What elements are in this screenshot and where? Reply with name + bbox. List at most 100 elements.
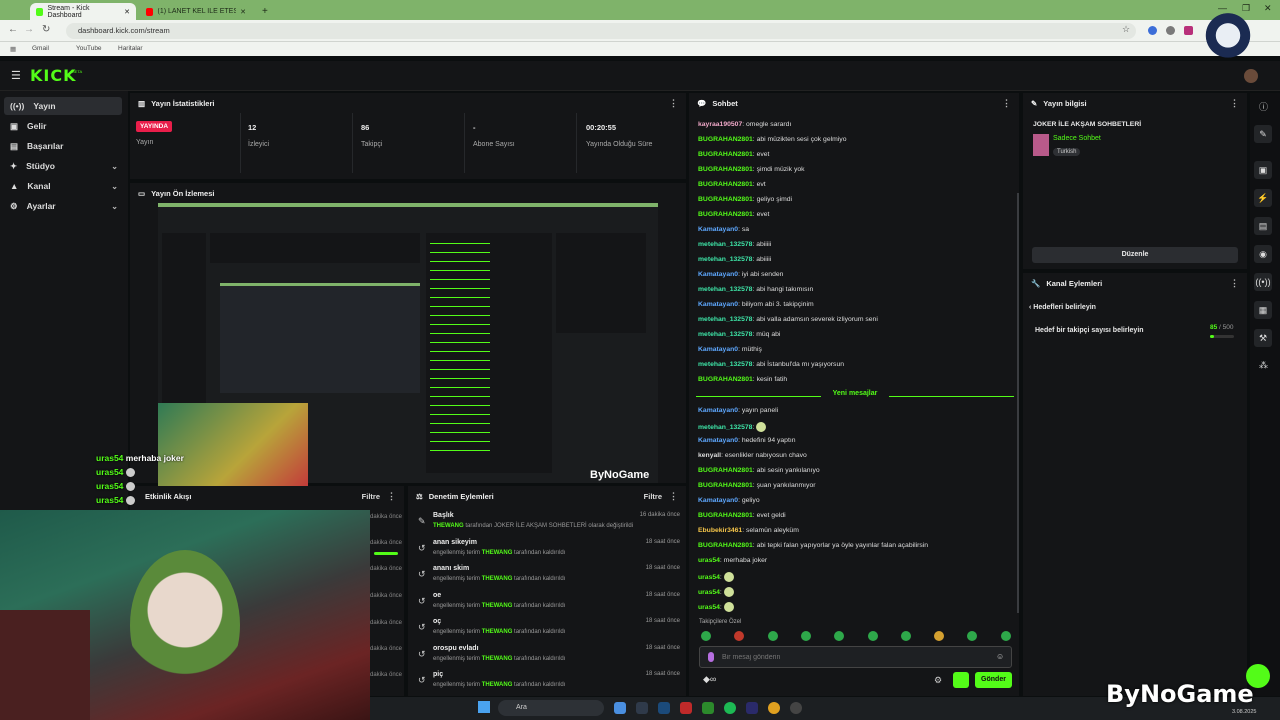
chat-username[interactable]: BUGRAHAN2801 (698, 467, 753, 474)
emote-icon[interactable] (867, 631, 878, 641)
browser-tab-youtube[interactable]: (1) LANET KEL İLE ETESTZ... ✕ (140, 3, 252, 20)
chat-username[interactable]: Ebubekir3461 (698, 527, 742, 534)
more-options-icon[interactable]: ⋮ (387, 491, 396, 502)
browser-tab-kick[interactable]: Stream - Kick Dashboard ✕ (30, 3, 136, 20)
bookmark-gmail[interactable]: Gmail (32, 45, 49, 52)
chat-username[interactable]: uras54 (698, 574, 720, 581)
chat-username[interactable]: BUGRAHAN2801 (698, 512, 753, 519)
chat-message[interactable]: BUGRAHAN2801: kesin fatih (698, 376, 787, 383)
stream-preview-video[interactable]: ByNoGame (158, 203, 658, 487)
reload-icon[interactable]: ↻ (42, 24, 50, 35)
sidebar-item-gelir[interactable]: ▣ Gelir (4, 117, 122, 135)
forward-icon[interactable]: → (24, 24, 34, 35)
sidebar-item-yayin[interactable]: ((•)) Yayın (4, 97, 122, 115)
spotify-icon[interactable] (724, 702, 736, 714)
edit-button[interactable]: Düzenle (1032, 247, 1238, 263)
points-display[interactable]: ◆∞ (703, 674, 716, 685)
moderator-name[interactable]: THEWANG (482, 656, 513, 662)
chat-message[interactable]: metehan_132578: abiiiii (698, 256, 771, 263)
chat-username[interactable]: BUGRAHAN2801 (698, 211, 753, 218)
chat-message[interactable]: BUGRAHAN2801: evet (698, 151, 769, 158)
more-options-icon[interactable]: ⋮ (1230, 98, 1239, 109)
chat-username[interactable]: BUGRAHAN2801 (698, 196, 753, 203)
chat-message[interactable]: kayraa190507: omegle sarardı (698, 121, 791, 128)
sidebar-item-studyo[interactable]: ✦ Stüdyo ⌄ (4, 157, 122, 175)
broadcast-icon[interactable]: ((•)) (1254, 273, 1272, 291)
chat-message[interactable]: BUGRAHAN2801: geliyo şimdi (698, 196, 792, 203)
chat-username[interactable]: kenyall (698, 452, 721, 459)
chat-username[interactable]: metehan_132578 (698, 361, 752, 368)
chat-message[interactable]: metehan_132578: abiiiii (698, 241, 771, 248)
xbox-icon[interactable] (702, 702, 714, 714)
moderator-name[interactable]: THEWANG (482, 550, 513, 556)
chat-message[interactable]: BUGRAHAN2801: abi müzikten sesi çok gelm… (698, 136, 846, 143)
chat-username[interactable]: metehan_132578 (698, 424, 752, 431)
sidebar-item-basarilar[interactable]: ▤ Başarılar (4, 137, 122, 155)
chat-message[interactable]: metehan_132578: abi İstanbul'da mı yaşıy… (698, 361, 844, 368)
microphone-icon[interactable] (708, 652, 714, 662)
goal-label[interactable]: Hedef bir takipçi sayısı belirleyin (1035, 327, 1144, 334)
chat-username[interactable]: BUGRAHAN2801 (698, 181, 753, 188)
chat-username[interactable]: uras54 (698, 604, 720, 611)
windows-start-icon[interactable] (478, 701, 490, 713)
app-icon[interactable] (636, 702, 648, 714)
maximize-button[interactable]: ❐ (1242, 3, 1250, 14)
pencil-icon[interactable]: ✎ (1254, 125, 1272, 143)
more-options-icon[interactable]: ⋮ (1230, 278, 1239, 289)
chat-message[interactable]: metehan_132578: müq abi (698, 331, 780, 338)
chat-username[interactable]: BUGRAHAN2801 (698, 151, 753, 158)
chat-message[interactable]: Kamatayan0: biliyom abi 3. takipçinim (698, 301, 814, 308)
taskbar-search[interactable]: Ara (498, 700, 604, 716)
moderation-item[interactable]: ↺ oe engellenmiş terim THEWANG tarafından … (412, 592, 682, 618)
kick-action-icon[interactable] (953, 672, 969, 688)
chat-settings-icon[interactable]: ⚙ (934, 675, 942, 686)
chat-message[interactable]: metehan_132578: abi valla adamsın severe… (698, 316, 878, 323)
emote-icon[interactable] (1000, 631, 1011, 641)
chat-message[interactable]: uras54: (698, 602, 734, 612)
chat-message[interactable]: BUGRAHAN2801: şuan yankılanmıyor (698, 482, 816, 489)
chat-message[interactable]: kenyall: esenlikler nabıyosun chavo (698, 452, 807, 459)
share-icon[interactable]: ⁂ (1259, 360, 1268, 371)
chat-message[interactable]: BUGRAHAN2801: şimdi müzik yok (698, 166, 805, 173)
sidebar-item-kanal[interactable]: ▲ Kanal ⌄ (4, 177, 122, 195)
chat-message[interactable]: BUGRAHAN2801: evet (698, 211, 769, 218)
chat-scrollbar[interactable] (1017, 193, 1019, 613)
chat-username[interactable]: metehan_132578 (698, 316, 752, 323)
chat-username[interactable]: uras54 (698, 557, 720, 564)
chat-message[interactable]: uras54: merhaba joker (698, 557, 767, 564)
wrench-icon[interactable]: ⚒ (1254, 329, 1272, 347)
chat-username[interactable]: BUGRAHAN2801 (698, 136, 753, 143)
steam-icon[interactable] (658, 702, 670, 714)
moderation-item[interactable]: ↺ piç engellenmiş terim THEWANG tarafından… (412, 671, 682, 697)
chat-username[interactable]: uras54 (698, 589, 720, 596)
chat-username[interactable]: BUGRAHAN2801 (698, 542, 753, 549)
chat-username[interactable]: Kamatayan0 (698, 407, 738, 414)
chat-message[interactable]: Kamatayan0: sa (698, 226, 749, 233)
bookmark-youtube[interactable]: YouTube (76, 45, 102, 52)
more-options-icon[interactable]: ⋮ (1002, 98, 1011, 109)
premiere-icon[interactable] (746, 702, 758, 714)
chat-username[interactable]: metehan_132578 (698, 256, 752, 263)
emote-icon[interactable] (701, 631, 711, 641)
chat-message[interactable]: BUGRAHAN2801: abi tepki falan yapıyorlar… (698, 542, 928, 549)
filter-button[interactable]: Filtre (362, 492, 380, 501)
apps-icon[interactable]: ▦ (10, 45, 16, 53)
chat-username[interactable]: Kamatayan0 (698, 226, 738, 233)
more-options-icon[interactable]: ⋮ (669, 491, 678, 502)
chat-input[interactable] (722, 650, 982, 664)
kick-logo[interactable]: KICK (30, 66, 77, 85)
chat-message[interactable]: Kamatayan0: hedefini 94 yaptın (698, 437, 796, 444)
new-tab-button[interactable]: + (256, 3, 274, 20)
app-icon[interactable] (680, 702, 692, 714)
chat-message[interactable]: BUGRAHAN2801: evt (698, 181, 766, 188)
chat-username[interactable]: Kamatayan0 (698, 301, 738, 308)
emoji-icon[interactable]: ☺ (996, 652, 1004, 661)
category-name[interactable]: Sadece Sohbet (1053, 135, 1101, 142)
chat-username[interactable]: metehan_132578 (698, 331, 752, 338)
filter-button[interactable]: Filtre (644, 492, 662, 501)
chat-username[interactable]: BUGRAHAN2801 (698, 482, 753, 489)
chat-message[interactable]: metehan_132578: abi hangi takımısın (698, 286, 813, 293)
screen-icon[interactable]: ▣ (1254, 161, 1272, 179)
moderation-item[interactable]: ↺ ananı skim engellenmiş terim THEWANG tar… (412, 565, 682, 591)
moderation-item[interactable]: ↺ anan sikeyim engellenmiş terim THEWANG t… (412, 539, 682, 565)
